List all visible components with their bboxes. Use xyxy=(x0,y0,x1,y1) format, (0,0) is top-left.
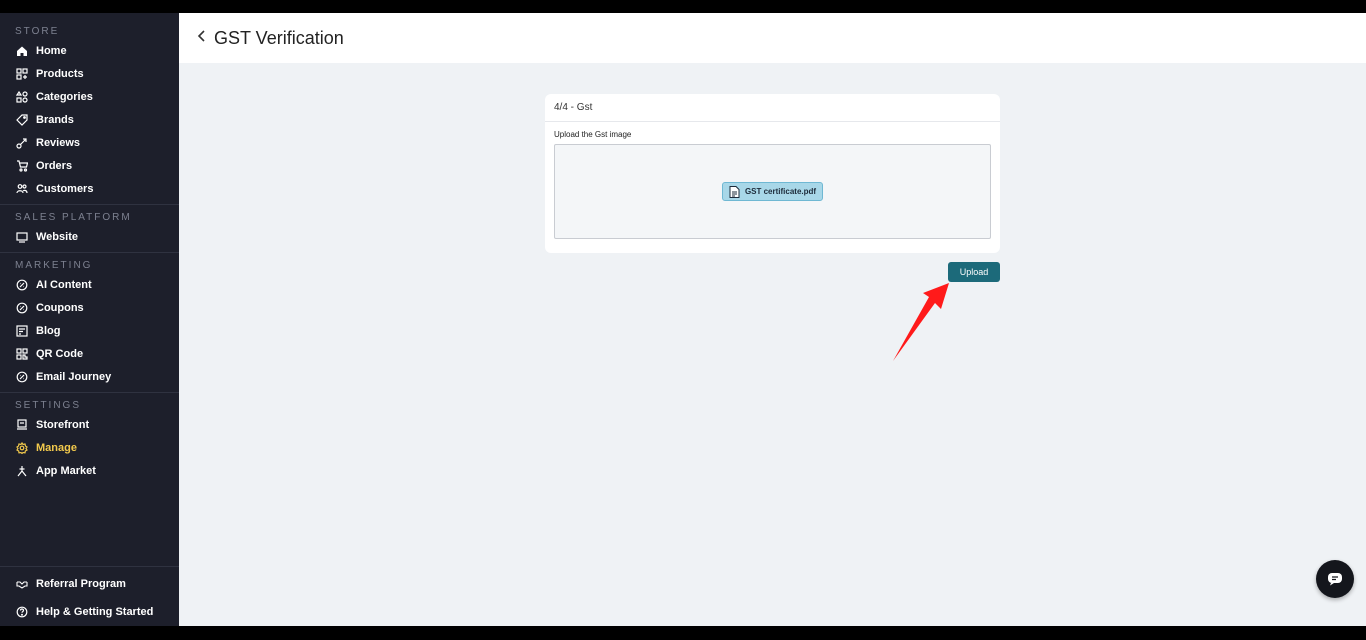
sidebar-item-reviews[interactable]: Reviews xyxy=(0,131,179,154)
annotation-arrow xyxy=(893,283,949,361)
sidebar-item-manage[interactable]: Manage xyxy=(0,436,179,459)
sidebar-bottom: Referral Program Help & Getting Started xyxy=(0,566,179,626)
sidebar-item-label: Blog xyxy=(36,324,61,337)
sidebar-item-label: Customers xyxy=(36,182,94,195)
sidebar: STORE Home Products Categories Brands Re… xyxy=(0,13,179,626)
users-icon xyxy=(15,182,28,195)
chevron-left-icon[interactable] xyxy=(197,29,206,47)
app-market-icon xyxy=(15,464,28,477)
sidebar-divider xyxy=(0,204,179,205)
sidebar-item-ai-content[interactable]: AI Content xyxy=(0,273,179,296)
email-journey-icon xyxy=(15,370,28,383)
sidebar-item-help[interactable]: Help & Getting Started xyxy=(0,598,179,626)
sidebar-item-label: Products xyxy=(36,67,84,80)
app-frame: STORE Home Products Categories Brands Re… xyxy=(0,13,1366,626)
sidebar-divider xyxy=(0,392,179,393)
storefront-icon xyxy=(15,418,28,431)
reviews-icon xyxy=(15,136,28,149)
handshake-icon xyxy=(15,578,28,591)
section-label-marketing: MARKETING xyxy=(15,260,93,271)
sidebar-item-label: Brands xyxy=(36,113,74,126)
sidebar-item-label: Reviews xyxy=(36,136,81,149)
sidebar-item-website[interactable]: Website xyxy=(0,225,179,248)
blog-icon xyxy=(15,324,28,337)
categories-icon xyxy=(15,90,28,103)
help-icon xyxy=(15,606,28,619)
upload-card: 4/4 - Gst Upload the Gst image GST certi… xyxy=(545,94,1000,253)
sidebar-item-label: Manage xyxy=(36,441,77,454)
gear-icon xyxy=(15,441,28,454)
page-header: GST Verification xyxy=(179,13,1366,63)
sidebar-item-app-market[interactable]: App Market xyxy=(0,459,179,482)
sidebar-item-label: Categories xyxy=(36,90,93,103)
monitor-icon xyxy=(15,230,28,243)
chat-icon xyxy=(1328,573,1342,586)
section-label-store: STORE xyxy=(15,26,60,37)
pdf-file-icon xyxy=(729,185,740,198)
sidebar-divider xyxy=(0,252,179,253)
file-name: GST certificate.pdf xyxy=(744,187,817,196)
sidebar-item-products[interactable]: Products xyxy=(0,62,179,85)
sidebar-item-blog[interactable]: Blog xyxy=(0,319,179,342)
page-title: GST Verification xyxy=(214,27,344,48)
products-icon xyxy=(15,67,28,80)
sidebar-item-label: Help & Getting Started xyxy=(36,606,154,618)
chat-button[interactable] xyxy=(1316,560,1354,598)
sidebar-item-categories[interactable]: Categories xyxy=(0,85,179,108)
sidebar-item-label: Storefront xyxy=(36,418,90,431)
sidebar-item-label: Referral Program xyxy=(36,578,126,590)
sidebar-item-orders[interactable]: Orders xyxy=(0,154,179,177)
coupon-icon xyxy=(15,301,28,314)
sidebar-item-label: Home xyxy=(36,44,67,57)
sidebar-item-email-journey[interactable]: Email Journey xyxy=(0,365,179,388)
main-content: GST Verification 4/4 - Gst Upload the Gs… xyxy=(179,13,1366,626)
tag-icon xyxy=(15,113,28,126)
field-label: Upload the Gst image xyxy=(554,130,632,139)
sidebar-item-customers[interactable]: Customers xyxy=(0,177,179,200)
file-chip[interactable]: GST certificate.pdf xyxy=(721,182,824,201)
upload-button[interactable]: Upload xyxy=(948,262,1000,282)
badge-icon xyxy=(15,278,28,291)
sidebar-item-referral-program[interactable]: Referral Program xyxy=(0,570,179,598)
sidebar-item-label: App Market xyxy=(36,464,96,477)
file-dropzone[interactable]: GST certificate.pdf xyxy=(554,144,991,239)
sidebar-item-brands[interactable]: Brands xyxy=(0,108,179,131)
sidebar-item-storefront[interactable]: Storefront xyxy=(0,413,179,436)
sidebar-divider xyxy=(0,566,179,567)
sidebar-item-label: AI Content xyxy=(36,278,92,291)
sidebar-item-label: Coupons xyxy=(36,301,84,314)
qr-icon xyxy=(15,347,28,360)
sidebar-item-coupons[interactable]: Coupons xyxy=(0,296,179,319)
section-label-sales-platform: SALES PLATFORM xyxy=(15,212,132,223)
sidebar-item-label: Orders xyxy=(36,159,73,172)
section-label-settings: SETTINGS xyxy=(15,400,82,411)
home-icon xyxy=(15,44,28,57)
sidebar-item-qr-code[interactable]: QR Code xyxy=(0,342,179,365)
sidebar-item-label: Email Journey xyxy=(36,370,112,383)
sidebar-item-label: Website xyxy=(36,230,78,243)
sidebar-item-home[interactable]: Home xyxy=(0,39,179,62)
step-header: 4/4 - Gst xyxy=(545,94,1000,122)
sidebar-item-label: QR Code xyxy=(36,347,84,360)
cart-icon xyxy=(15,159,28,172)
